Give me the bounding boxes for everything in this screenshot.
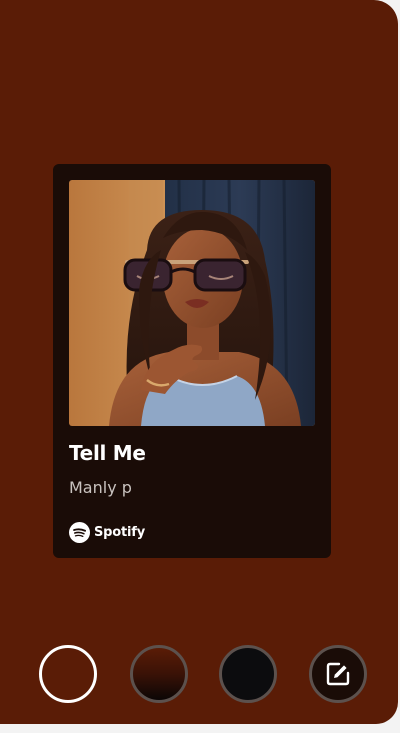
edit-image-icon [326, 662, 350, 686]
share-sheet: Tell Me Manly p Spotify [0, 0, 398, 724]
background-option-solid[interactable] [39, 645, 97, 703]
spotify-wordmark: Spotify [94, 525, 145, 540]
spotify-branding: Spotify [69, 522, 145, 543]
track-artist: Manly p [69, 478, 132, 497]
edit-background-button[interactable] [309, 645, 367, 703]
track-share-card[interactable]: Tell Me Manly p Spotify [53, 164, 331, 558]
spotify-logo-icon [69, 522, 90, 543]
album-artwork [69, 180, 315, 426]
background-option-gradient[interactable] [130, 645, 188, 703]
track-title: Tell Me [69, 441, 146, 465]
background-option-dark[interactable] [219, 645, 277, 703]
